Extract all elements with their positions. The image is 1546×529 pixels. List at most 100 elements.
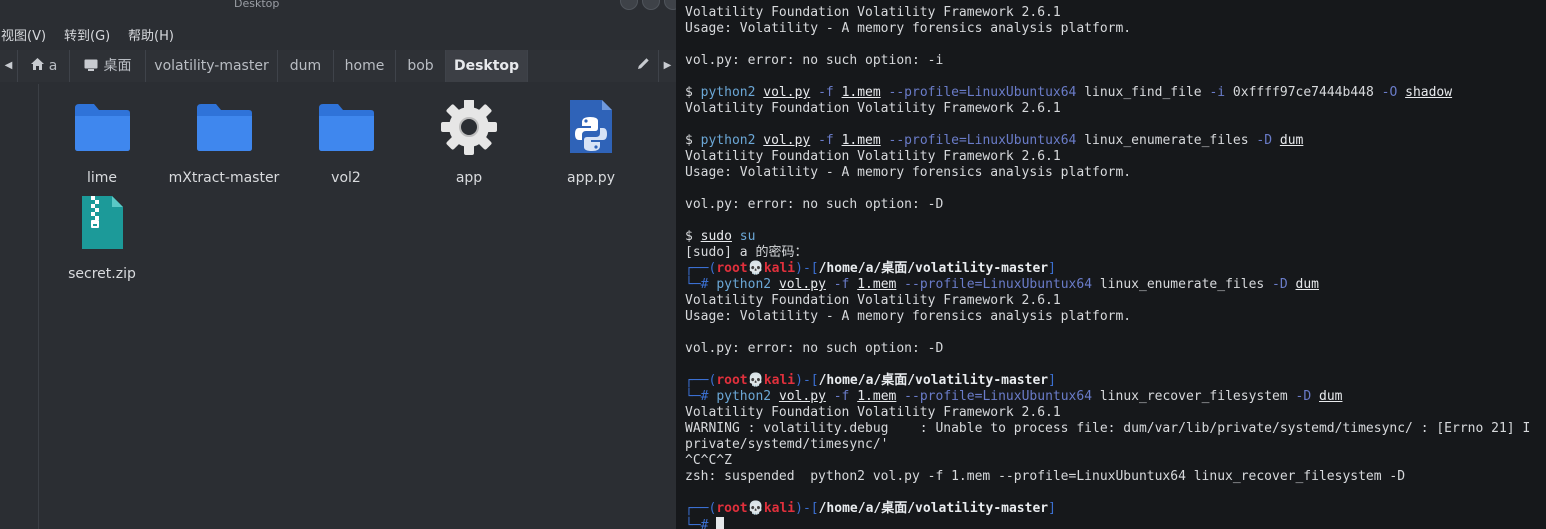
command-token: sudo [700, 229, 732, 244]
prompt-frame: ┌──( [685, 373, 717, 388]
output-line: Volatility Foundation Volatility Framewo… [685, 101, 1061, 116]
output-line: Volatility Foundation Volatility Framewo… [685, 405, 1061, 420]
minimize-button[interactable] [620, 0, 638, 10]
prompt-frame: └─ [685, 277, 701, 292]
output-line: Usage: Volatility - A memory forensics a… [685, 21, 1132, 36]
output-line: private/systemd/timesync/' [685, 437, 889, 452]
python-file-icon [570, 100, 612, 153]
prompt-frame: )-[ [795, 373, 819, 388]
file-manager-window: Desktop 视图(V) 转到(G) 帮助(H) ◀ a 桌面 volatil… [0, 0, 676, 529]
breadcrumb-label: 桌面 [103, 58, 132, 74]
command-token: 1.mem [857, 277, 897, 292]
command-token: shadow [1405, 85, 1453, 100]
prompt-host: kali [763, 373, 796, 388]
pencil-icon [637, 58, 649, 69]
output-line: ^C^C^Z [685, 453, 732, 468]
command-line: $ sudo su [685, 229, 755, 245]
folder-icon [197, 104, 252, 151]
command-token: dum [1295, 277, 1320, 292]
home-icon [30, 58, 44, 70]
output-line: zsh: suspended python2 vol.py -f 1.mem -… [685, 469, 1406, 484]
command-token: -f [825, 389, 858, 404]
command-line: $ python2 vol.py -f 1.mem --profile=Linu… [685, 133, 1303, 149]
command-token: -f [825, 277, 858, 292]
edit-path-button[interactable] [628, 50, 658, 82]
prompt-frame: ┌──( [685, 501, 717, 516]
prompt-host: kali [763, 501, 796, 516]
output-line: Usage: Volatility - A memory forensics a… [685, 309, 1132, 324]
command-token [1311, 389, 1319, 404]
output-line: Volatility Foundation Volatility Framewo… [685, 5, 1061, 20]
command-token: su [731, 229, 756, 244]
command-token: -f [810, 133, 842, 148]
prompt-frame: )-[ [795, 261, 819, 276]
file-name: app.py [567, 170, 615, 186]
command-token: dum [1279, 133, 1304, 148]
command-token: --profile=LinuxUbuntux64 [880, 85, 1077, 100]
breadcrumb-desktop-zh[interactable]: 桌面 [70, 50, 146, 82]
menu-view[interactable]: 视图(V) [1, 25, 46, 44]
command-token [1288, 277, 1296, 292]
sidebar [0, 84, 39, 529]
breadcrumb-home[interactable]: a [18, 50, 70, 82]
command-token: -i [1209, 85, 1226, 100]
prompt-line: ┌──(root💀kali)-[/home/a/桌面/volatility-ma… [685, 373, 1056, 389]
command-token: -O [1381, 85, 1398, 100]
command-token: --profile=LinuxUbuntux64 [896, 389, 1093, 404]
scroll-right-icon[interactable]: ▶ [658, 50, 676, 82]
command-line: $ python2 vol.py -f 1.mem --profile=Linu… [685, 85, 1452, 101]
command-token [1272, 133, 1280, 148]
breadcrumb-bob[interactable]: bob [396, 50, 446, 82]
window-title: Desktop [234, 0, 280, 10]
prompt-symbol: # [700, 518, 717, 529]
command-token: linux_recover_filesystem [1092, 389, 1296, 404]
prompt-line: ┌──(root💀kali)-[/home/a/桌面/volatility-ma… [685, 261, 1056, 277]
breadcrumb-home-dir[interactable]: home [334, 50, 396, 82]
command-token: python2 [716, 277, 779, 292]
menu-go[interactable]: 转到(G) [64, 25, 110, 44]
file-name: vol2 [331, 170, 361, 186]
close-button[interactable] [664, 0, 676, 10]
prompt-frame: └─ [685, 389, 701, 404]
prompt-symbol: $ [685, 133, 701, 148]
command-token: -D [1272, 277, 1288, 292]
breadcrumb-desktop[interactable]: Desktop [446, 50, 528, 82]
prompt-user: root [716, 501, 748, 516]
breadcrumb-dum[interactable]: dum [278, 50, 334, 82]
folder-icon [75, 104, 130, 151]
maximize-button[interactable] [642, 0, 660, 10]
command-token: -D [1295, 389, 1312, 404]
output-line: vol.py: error: no such option: -D [685, 341, 944, 356]
skull-icon: 💀 [747, 261, 764, 276]
command-token: vol.py [778, 389, 826, 404]
menu-bar: 视图(V) 转到(G) 帮助(H) [0, 20, 676, 46]
command-line: └─# python2 vol.py -f 1.mem --profile=Li… [685, 389, 1343, 405]
command-token: 1.mem [841, 133, 881, 148]
prompt-frame: ] [1048, 373, 1056, 388]
file-name: mXtract-master [168, 170, 280, 186]
breadcrumb-label: a [48, 58, 58, 74]
command-token: dum [1319, 389, 1343, 404]
terminal-window[interactable]: Volatility Foundation Volatility Framewo… [676, 0, 1546, 529]
command-token: vol.py [763, 85, 811, 100]
output-line: Volatility Foundation Volatility Framewo… [685, 293, 1061, 308]
command-token [1397, 85, 1405, 100]
skull-icon: 💀 [747, 373, 764, 388]
text-cursor [716, 517, 725, 529]
scroll-left-icon[interactable]: ◀ [0, 50, 18, 82]
prompt-symbol: # [700, 389, 717, 404]
command-line: └─# python2 vol.py -f 1.mem --profile=Li… [685, 277, 1319, 293]
prompt-symbol: $ [685, 229, 701, 244]
prompt-frame: ] [1048, 261, 1056, 276]
breadcrumb-volatility-master[interactable]: volatility-master [146, 50, 278, 82]
prompt-user: root [716, 261, 748, 276]
desktop-icon [84, 59, 97, 71]
command-token: 0xffff97ce7444b448 [1225, 85, 1382, 100]
input-line[interactable]: └─# [685, 517, 725, 529]
output-line: vol.py: error: no such option: -i [685, 53, 944, 68]
output-line: vol.py: error: no such option: -D [685, 197, 944, 212]
output-line: Usage: Volatility - A memory forensics a… [685, 165, 1132, 180]
skull-icon: 💀 [747, 501, 764, 516]
menu-help[interactable]: 帮助(H) [128, 25, 174, 44]
prompt-frame: ┌──( [685, 261, 717, 276]
